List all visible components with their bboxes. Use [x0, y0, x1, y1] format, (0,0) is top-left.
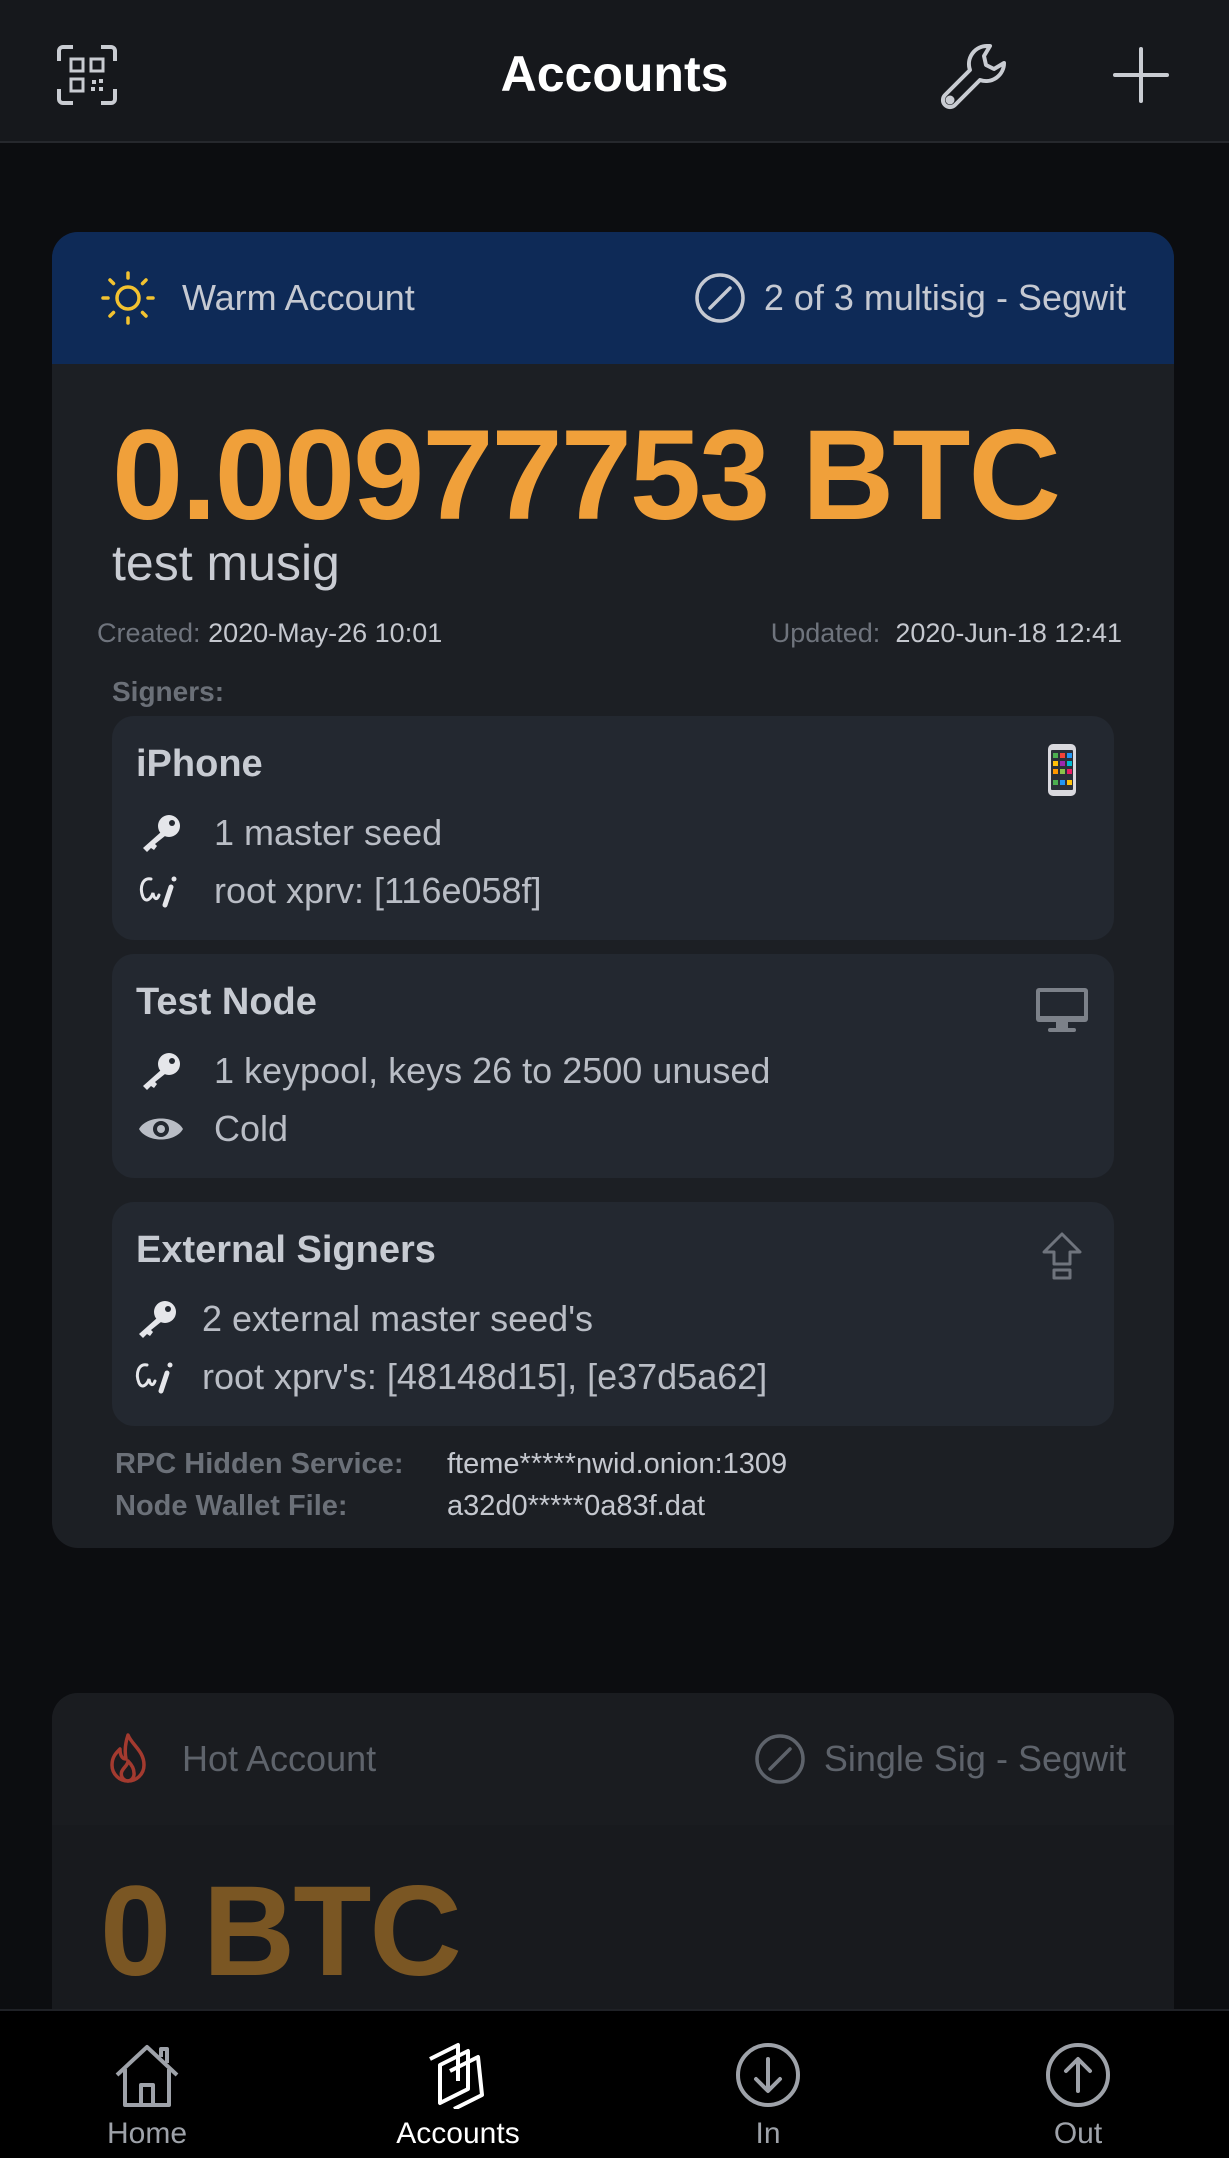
account-type-label: Hot Account [182, 1738, 377, 1779]
key-icon [136, 1050, 186, 1092]
signer-watch-text: Cold [214, 1108, 289, 1149]
signature-icon [132, 1356, 182, 1398]
signer-seed-line: 1 master seed [136, 812, 442, 854]
accounts-icon [424, 2041, 492, 2111]
app: Accounts Warm Account 2 of 3 multisig - … [0, 0, 1229, 2158]
signer-title: External Signers [136, 1229, 436, 1271]
desktop-icon [1034, 980, 1090, 1036]
tab-label: Home [106, 2117, 188, 2150]
signer-keypool-line: 1 keypool, keys 26 to 2500 unused [136, 1050, 770, 1092]
node-wallet-file-row: Node Wallet File: a32d0*****0a83f.dat [115, 1490, 705, 1523]
account-policy-label: 2 of 3 multisig - Segwit [763, 277, 1126, 318]
arrow-down-circle-icon [734, 2041, 802, 2109]
tab-label: Accounts [396, 2117, 520, 2150]
top-bar: Accounts [0, 0, 1229, 143]
arrow-up-circle-icon [1044, 2041, 1112, 2109]
add-icon[interactable] [1111, 45, 1171, 105]
account-balance: 0.00977753 BTC [112, 404, 1061, 547]
flame-icon [100, 1731, 156, 1787]
updated-value: 2020-Jun-18 12:41 [895, 618, 1122, 648]
signer-card-iphone[interactable]: iPhone 1 master seed root xprv: [116e058… [112, 716, 1114, 940]
phone-icon [1034, 742, 1090, 798]
rpc-label: RPC Hidden Service: [115, 1448, 404, 1480]
rpc-hidden-service-row: RPC Hidden Service: fteme*****nwid.onion:… [115, 1448, 787, 1481]
tab-label: Out [1053, 2117, 1103, 2150]
signer-xprv-text: root xprv's: [48148d15], [e37d5a62] [202, 1356, 768, 1397]
account-header: Hot Account Single Sig - Segwit [52, 1693, 1174, 1825]
key-icon [132, 1298, 182, 1340]
tab-out[interactable]: Out [978, 2011, 1178, 2158]
created-label: Created: [97, 618, 201, 648]
signer-xprv-line: root xprv: [116e058f] [136, 870, 542, 912]
home-icon [113, 2041, 181, 2109]
tab-in[interactable]: In [668, 2011, 868, 2158]
tab-accounts[interactable]: Accounts [358, 2011, 558, 2158]
page-title: Accounts [500, 46, 729, 102]
sun-icon [100, 270, 156, 326]
created-date: Created: 2020-May-26 10:01 [97, 618, 442, 649]
signers-heading: Signers: [112, 676, 225, 707]
key-icon [136, 812, 186, 854]
tab-bar: Home Accounts In Out [0, 2009, 1229, 2158]
signer-seed-line: 2 external master seed's [132, 1298, 593, 1340]
wallet-value: a32d0*****0a83f.dat [447, 1490, 706, 1522]
updated-date: Updated: 2020-Jun-18 12:41 [771, 618, 1122, 649]
account-policy-label: Single Sig - Segwit [823, 1738, 1126, 1779]
warm-account-card[interactable]: Warm Account 2 of 3 multisig - Segwit 0.… [52, 232, 1174, 1548]
account-header: Warm Account 2 of 3 multisig - Segwit [52, 232, 1174, 364]
updated-label: Updated: [770, 618, 881, 648]
account-type-label: Warm Account [182, 277, 415, 318]
signer-seed-text: 2 external master seed's [202, 1298, 594, 1339]
signer-title: iPhone [136, 743, 263, 785]
signer-title: Test Node [136, 981, 317, 1023]
created-value: 2020-May-26 10:01 [208, 618, 443, 648]
policy-icon [754, 1733, 806, 1785]
signer-card-test-node[interactable]: Test Node 1 keypool, keys 26 to 2500 unu… [112, 954, 1114, 1178]
signer-xprv-line: root xprv's: [48148d15], [e37d5a62] [132, 1356, 767, 1398]
account-name: test musig [112, 535, 340, 591]
signer-seed-text: 1 master seed [214, 812, 443, 853]
policy-icon [694, 272, 746, 324]
upload-icon [1034, 1228, 1090, 1284]
signature-icon [136, 870, 186, 912]
wallet-label: Node Wallet File: [115, 1490, 348, 1522]
rpc-value: fteme*****nwid.onion:1309 [447, 1448, 788, 1480]
wrench-icon[interactable] [935, 38, 1015, 118]
signer-watch-line: Cold [136, 1108, 288, 1150]
eye-icon [136, 1108, 186, 1150]
signer-xprv-text: root xprv: [116e058f] [214, 870, 542, 911]
tab-home[interactable]: Home [47, 2011, 247, 2158]
account-balance: 0 BTC [100, 1860, 462, 2003]
signer-card-external[interactable]: External Signers 2 external master seed'… [112, 1202, 1114, 1426]
tab-label: In [755, 2117, 781, 2150]
signer-keypool-text: 1 keypool, keys 26 to 2500 unused [214, 1050, 771, 1091]
